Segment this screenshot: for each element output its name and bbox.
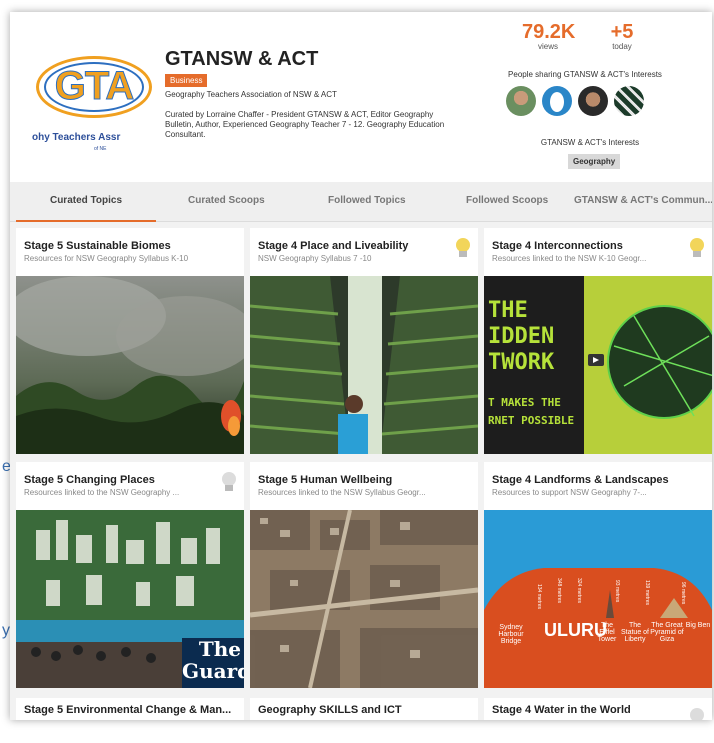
- card-image-uluru[interactable]: ULURU Sydney Harbour Bridge The Eiffel T…: [484, 510, 712, 688]
- fragment-char: y: [2, 622, 10, 639]
- interest-tag[interactable]: Geography: [568, 154, 621, 169]
- sharing-label: People sharing GTANSW & ACT's Interests: [508, 70, 662, 79]
- card-description: NSW Geography Syllabus 7 -10: [258, 254, 372, 263]
- card-title[interactable]: Geography SKILLS and ICT: [258, 704, 402, 716]
- interests-label: GTANSW & ACT's Interests: [540, 138, 640, 147]
- guardian-line: The: [198, 637, 241, 661]
- topic-card[interactable]: Stage 5 Sustainable Biomes Resources for…: [16, 228, 244, 454]
- avatar[interactable]: [506, 86, 536, 116]
- network-line: THE: [488, 298, 528, 323]
- card-image-city-model[interactable]: The Guard: [16, 510, 244, 688]
- today-label: today: [612, 42, 632, 51]
- bushfire-image: [16, 276, 244, 454]
- topic-card[interactable]: Stage 4 Interconnections Resources linke…: [484, 228, 712, 454]
- today-count: +5: [610, 21, 634, 43]
- topic-card[interactable]: Stage 4 Water in the World: [484, 698, 712, 720]
- card-image-vertical-farm[interactable]: [250, 276, 478, 454]
- card-title[interactable]: Stage 4 Water in the World: [492, 704, 631, 716]
- today-stat: +5 today: [606, 22, 638, 51]
- card-description: Resources linked to the NSW Syllabus Geo…: [258, 488, 426, 497]
- logo-caption-small: of NE: [94, 146, 107, 152]
- guardian-logo: The Guard: [182, 638, 244, 688]
- topic-card[interactable]: Geography SKILLS and ICT: [250, 698, 478, 720]
- card-title[interactable]: Stage 4 Interconnections: [492, 240, 623, 252]
- card-image-slum-aerial[interactable]: [250, 510, 478, 688]
- profile-title[interactable]: GTANSW & ACT: [165, 48, 318, 71]
- lightbulb-icon: [690, 238, 704, 258]
- card-image-hidden-network[interactable]: THE IDDEN TWORK T MAKES THE RNET POSSIBL…: [484, 276, 712, 454]
- globe-graphic: [588, 305, 712, 419]
- profile-header: GTA ohy Teachers Assr of NE GTANSW & ACT…: [10, 12, 712, 182]
- network-line: T MAKES THE: [488, 396, 561, 409]
- globe-panel: [584, 276, 712, 454]
- views-label: views: [537, 42, 558, 51]
- card-description: Resources for NSW Geography Syllabus K-1…: [24, 254, 189, 263]
- network-subtitle: T MAKES THE RNET POSSIBLE: [488, 394, 574, 430]
- topic-card[interactable]: Stage 5 Changing Places Resources linked…: [16, 462, 244, 688]
- card-title[interactable]: Stage 5 Human Wellbeing: [258, 474, 392, 486]
- network-line: IDDEN: [488, 324, 555, 349]
- card-title[interactable]: Stage 5 Environmental Change & Man...: [24, 704, 231, 716]
- network-line: RNET POSSIBLE: [488, 414, 575, 427]
- topic-card[interactable]: Stage 5 Environmental Change & Man...: [16, 698, 244, 720]
- landmark-silhouettes: [606, 590, 688, 618]
- slum-aerial-image: [250, 510, 478, 688]
- uluru-infographic: ULURU Sydney Harbour Bridge The Eiffel T…: [484, 510, 712, 688]
- tab-curated-topics[interactable]: Curated Topics: [16, 182, 156, 222]
- views-stat: 79.2K views: [522, 21, 576, 51]
- curator-description: Curated by Lorraine Chaffer - President …: [165, 110, 445, 139]
- topic-row-partial: Stage 5 Environmental Change & Man... Ge…: [10, 698, 712, 720]
- topic-card[interactable]: Stage 4 Place and Liveability NSW Geogra…: [250, 228, 478, 454]
- lightbulb-icon: [456, 238, 470, 258]
- logo-caption: ohy Teachers Assr: [32, 132, 121, 143]
- network-line: TWORK: [488, 350, 555, 375]
- avatar[interactable]: [614, 86, 644, 116]
- network-text-panel: THE IDDEN TWORK T MAKES THE RNET POSSIBL…: [484, 276, 584, 454]
- category-badge[interactable]: Business: [165, 74, 208, 87]
- lightbulb-icon: [222, 472, 236, 492]
- card-title[interactable]: Stage 5 Changing Places: [24, 474, 155, 486]
- views-count: 79.2K: [522, 21, 576, 43]
- profile-subtitle: Geography Teachers Association of NSW & …: [165, 90, 337, 99]
- tab-curated-scoops[interactable]: Curated Scoops: [188, 182, 265, 222]
- logo-letters: GTA: [54, 64, 134, 109]
- guardian-line: Guard: [182, 659, 244, 683]
- card-description: Resources linked to the NSW Geography ..…: [24, 488, 180, 497]
- card-description: Resources to support NSW Geography 7-...: [492, 488, 647, 497]
- card-image-bushfire[interactable]: [16, 276, 244, 454]
- screenshot-frame: GTA ohy Teachers Assr of NE GTANSW & ACT…: [10, 12, 712, 720]
- tab-community[interactable]: GTANSW & ACT's Commun...: [574, 182, 712, 222]
- avatar[interactable]: [578, 86, 608, 116]
- profile-tabs: Curated Topics Curated Scoops Followed T…: [10, 182, 712, 222]
- tab-followed-topics[interactable]: Followed Topics: [328, 182, 406, 222]
- vertical-farm-image: [250, 276, 478, 454]
- lightbulb-icon: [690, 708, 704, 720]
- gta-logo[interactable]: GTA ohy Teachers Assr of NE: [32, 50, 156, 160]
- avatar[interactable]: [542, 86, 572, 116]
- topic-card[interactable]: Stage 5 Human Wellbeing Resources linked…: [250, 462, 478, 688]
- tab-followed-scoops[interactable]: Followed Scoops: [466, 182, 548, 222]
- card-title[interactable]: Stage 4 Place and Liveability: [258, 240, 408, 252]
- droplet-icon: [550, 92, 564, 112]
- card-title[interactable]: Stage 4 Landforms & Landscapes: [492, 474, 669, 486]
- network-title: THE IDDEN TWORK: [488, 298, 554, 376]
- card-title[interactable]: Stage 5 Sustainable Biomes: [24, 240, 171, 252]
- card-description: Resources linked to the NSW K-10 Geogr..…: [492, 254, 647, 263]
- topic-card[interactable]: Stage 4 Landforms & Landscapes Resources…: [484, 462, 712, 688]
